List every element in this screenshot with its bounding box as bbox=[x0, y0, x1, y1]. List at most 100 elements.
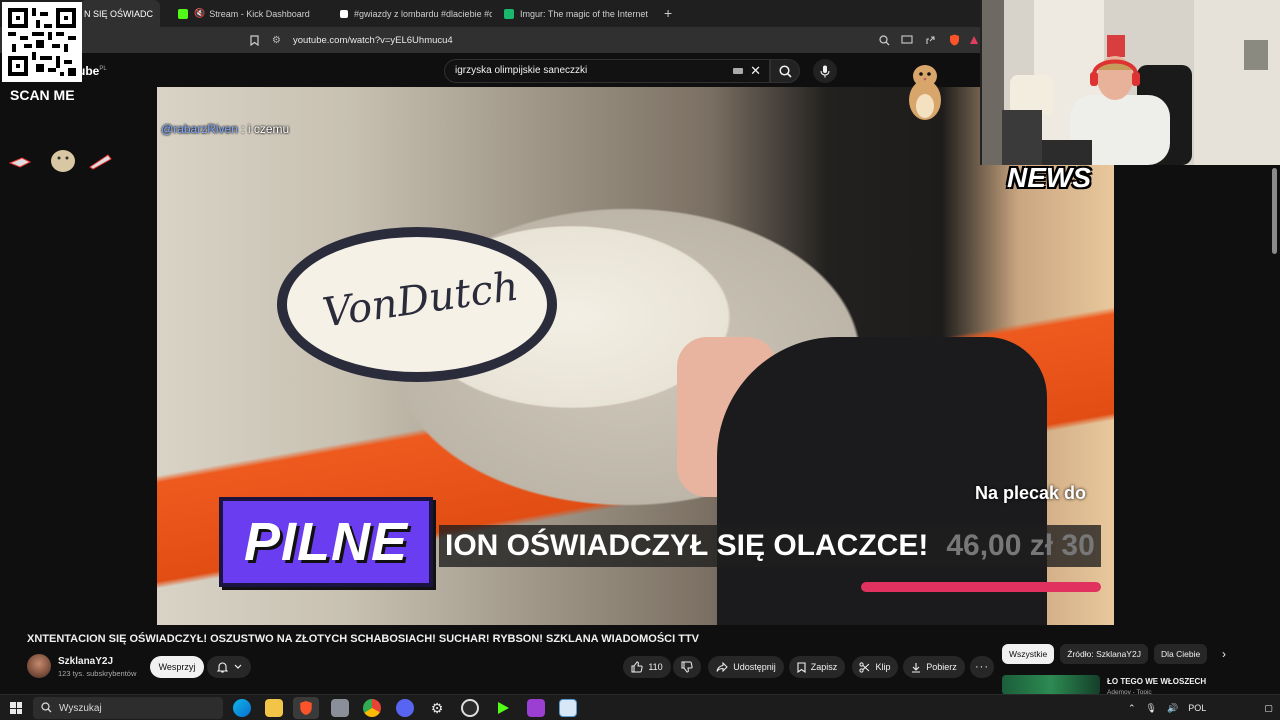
brave-rewards-icon[interactable] bbox=[968, 34, 980, 46]
share-page-icon[interactable] bbox=[924, 34, 936, 46]
tab-youtube[interactable]: N SIĘ OŚWIADC ✕ bbox=[80, 0, 160, 27]
keyboard-icon[interactable] bbox=[733, 68, 743, 74]
microphone-tray-icon[interactable]: 🎙 bbox=[1146, 703, 1157, 714]
channel-avatar[interactable] bbox=[27, 654, 51, 678]
windows-taskbar: Wyszukaj ⚙ ⌃ 🎙 🔊 POL ▢ bbox=[0, 694, 1280, 720]
chip-for-you[interactable]: Dla Ciebie bbox=[1153, 644, 1208, 664]
bookmark-save-icon bbox=[797, 661, 806, 673]
search-button[interactable] bbox=[770, 59, 800, 83]
voice-search-button[interactable] bbox=[813, 59, 837, 83]
ticker-accent-bar bbox=[861, 582, 1101, 592]
chat-message-overlay: @rabarzRiven : i czemu bbox=[161, 122, 289, 136]
dislike-button[interactable] bbox=[673, 656, 701, 678]
close-tab-icon[interactable]: ✕ bbox=[159, 8, 160, 19]
page-scrollbar[interactable] bbox=[1272, 168, 1277, 254]
muted-speaker-icon[interactable]: 🔇 bbox=[194, 8, 205, 19]
file-explorer-icon[interactable] bbox=[265, 699, 283, 717]
emote-decoration bbox=[8, 150, 112, 172]
thumbs-down-icon bbox=[681, 661, 693, 673]
obs-icon[interactable] bbox=[461, 699, 479, 717]
volume-icon[interactable]: 🔊 bbox=[1167, 703, 1178, 714]
windows-start-icon[interactable] bbox=[10, 702, 22, 714]
like-count: 110 bbox=[648, 662, 663, 672]
support-button[interactable]: Wesprzyj bbox=[150, 656, 204, 678]
video-player[interactable]: VonDutch @rabarzRiven : i czemu NEWS Na … bbox=[157, 87, 1114, 625]
webcam-scene bbox=[982, 0, 1280, 165]
like-button[interactable]: 110 bbox=[623, 656, 671, 678]
tiktok-favicon-icon bbox=[340, 9, 348, 18]
tab-kick-label: Stream - Kick Dashboard bbox=[209, 8, 310, 19]
app-icon[interactable] bbox=[331, 699, 349, 717]
search-query-text: igrzyska olimpijskie saneczzki bbox=[455, 65, 588, 76]
scissors-icon bbox=[859, 661, 870, 673]
recommendation-filter-chips: Wszystkie Źródło: SzklanaY2J Dla Ciebie bbox=[1002, 644, 1208, 664]
tab-kick-dashboard[interactable]: 🔇 Stream - Kick Dashboard bbox=[170, 0, 330, 27]
search-icon bbox=[41, 702, 52, 713]
chat-username: @rabarzRiven bbox=[161, 122, 238, 136]
recommendation-thumbnail[interactable] bbox=[1002, 675, 1100, 695]
subscriber-count: 123 tys. subskrybentów bbox=[58, 669, 137, 678]
language-indicator[interactable]: POL bbox=[1188, 703, 1206, 713]
streaming-app-icon[interactable] bbox=[527, 699, 545, 717]
microphone-icon bbox=[820, 65, 830, 77]
more-actions-button[interactable]: ··· bbox=[970, 656, 994, 678]
download-label: Pobierz bbox=[926, 662, 957, 672]
video-caption-text: Na plecak do bbox=[975, 483, 1087, 503]
kick-favicon-icon bbox=[178, 8, 188, 19]
clip-button[interactable]: Klip bbox=[852, 656, 898, 678]
share-button[interactable]: Udostępnij bbox=[708, 656, 784, 678]
thumbs-up-icon bbox=[631, 661, 643, 673]
new-tab-icon[interactable]: + bbox=[664, 5, 672, 21]
news-ticker-price: 46,00 zł 30 bbox=[946, 529, 1095, 562]
tab-tiktok[interactable]: #gwiazdy z lombardu #dlaciebie #dc bbox=[332, 0, 492, 27]
chevron-right-icon[interactable]: › bbox=[1222, 647, 1226, 661]
notifications-button[interactable] bbox=[207, 656, 251, 678]
url-text: youtube.com/watch?v=yEL6Uhmucu4 bbox=[292, 34, 453, 46]
discord-icon[interactable] bbox=[396, 699, 414, 717]
taskbar-search[interactable]: Wyszukaj bbox=[33, 697, 223, 719]
tab-imgur[interactable]: Imgur: The magic of the Internet bbox=[496, 0, 656, 27]
chrome-icon[interactable] bbox=[363, 699, 381, 717]
chip-all[interactable]: Wszystkie bbox=[1002, 644, 1055, 664]
youtube-logo[interactable]: ubePL bbox=[78, 64, 107, 78]
bookmark-icon[interactable] bbox=[248, 34, 260, 46]
imgur-favicon-icon bbox=[504, 8, 514, 19]
browser-tab-bar: N SIĘ OŚWIADC ✕ 🔇 Stream - Kick Dashboar… bbox=[0, 0, 980, 27]
cast-icon[interactable] bbox=[901, 34, 913, 46]
save-label: Zapisz bbox=[810, 662, 838, 672]
chevron-up-icon[interactable]: ⌃ bbox=[1128, 703, 1136, 714]
tab-youtube-label: N SIĘ OŚWIADC bbox=[84, 8, 154, 19]
video-title: XNTENTACION SIĘ OŚWIADCZYŁ! OSZUSTWO NA … bbox=[27, 633, 699, 645]
zoom-icon[interactable] bbox=[878, 34, 890, 46]
bell-icon bbox=[216, 662, 228, 673]
settings-gear-icon[interactable]: ⚙ bbox=[428, 699, 446, 717]
edge-icon[interactable] bbox=[233, 699, 251, 717]
clip-label: Klip bbox=[875, 662, 891, 672]
chat-text: : i czemu bbox=[237, 122, 290, 136]
qr-code bbox=[2, 2, 82, 82]
clear-search-icon[interactable]: ✕ bbox=[750, 63, 761, 79]
tab-imgur-label: Imgur: The magic of the Internet bbox=[520, 8, 648, 19]
channel-name[interactable]: SzklanaY2J bbox=[58, 656, 113, 667]
scan-me-label: SCAN ME bbox=[10, 87, 75, 103]
brave-shield-icon[interactable] bbox=[948, 34, 960, 46]
breaking-news-label: PILNE bbox=[243, 512, 409, 572]
save-button[interactable]: Zapisz bbox=[789, 656, 845, 678]
site-info-icon[interactable]: ⚙ bbox=[272, 35, 281, 46]
recommendation-title[interactable]: ŁO TEGO WE WŁOSZECH bbox=[1107, 677, 1206, 686]
youtube-header: ubePL igrzyska olimpijskie saneczzki ✕ bbox=[0, 53, 980, 87]
download-button[interactable]: Pobierz bbox=[903, 656, 965, 678]
kick-app-icon[interactable] bbox=[494, 699, 512, 717]
system-tray: ⌃ 🎙 🔊 POL ▢ bbox=[1128, 695, 1273, 720]
notifications-icon[interactable]: ▢ bbox=[1264, 703, 1273, 714]
notepad-icon[interactable] bbox=[559, 699, 577, 717]
search-input[interactable]: igrzyska olimpijskie saneczzki ✕ bbox=[444, 59, 770, 83]
page-right-margin bbox=[1114, 165, 1280, 625]
breaking-news-banner: PILNE bbox=[219, 497, 433, 587]
share-arrow-icon bbox=[716, 662, 728, 672]
brave-browser-icon[interactable] bbox=[293, 697, 319, 719]
news-badge: NEWS bbox=[1007, 162, 1091, 193]
more-options-icon: ··· bbox=[975, 661, 989, 673]
chip-source-channel[interactable]: Źródło: SzklanaY2J bbox=[1060, 644, 1148, 664]
url-field[interactable]: ⚙ youtube.com/watch?v=yEL6Uhmucu4 bbox=[272, 31, 962, 49]
